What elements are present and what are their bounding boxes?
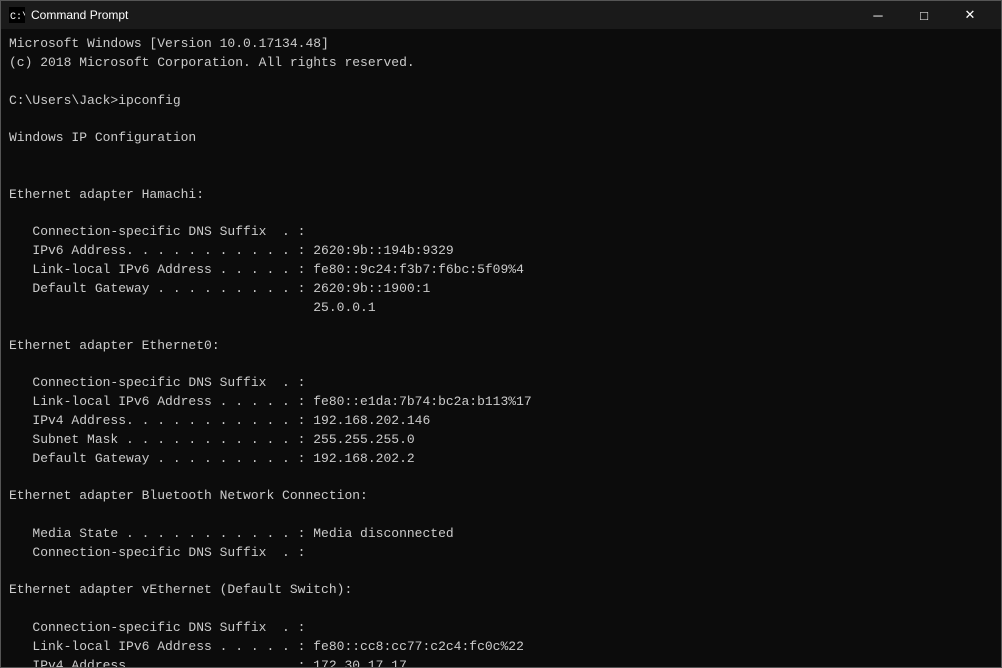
window-title: Command Prompt: [31, 8, 855, 22]
close-button[interactable]: ✕: [947, 1, 993, 29]
cmd-icon: C:\: [9, 7, 25, 23]
title-bar: C:\ Command Prompt ─ □ ✕: [1, 1, 1001, 29]
terminal-output[interactable]: Microsoft Windows [Version 10.0.17134.48…: [1, 29, 1001, 667]
window-controls: ─ □ ✕: [855, 1, 993, 29]
maximize-button[interactable]: □: [901, 1, 947, 29]
minimize-button[interactable]: ─: [855, 1, 901, 29]
svg-text:C:\: C:\: [10, 11, 25, 23]
command-prompt-window: C:\ Command Prompt ─ □ ✕ Microsoft Windo…: [0, 0, 1002, 668]
